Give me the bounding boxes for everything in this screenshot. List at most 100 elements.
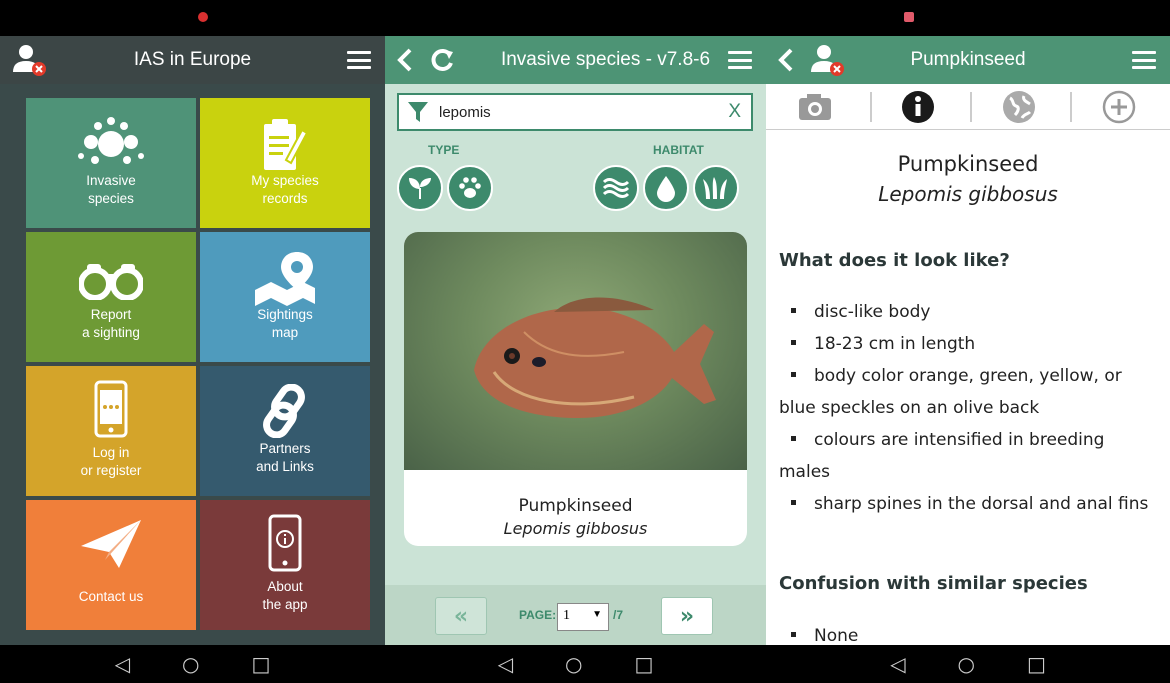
search-value: lepomis: [439, 103, 491, 121]
filter-funnel-icon: [408, 102, 428, 122]
camera-icon[interactable]: [798, 90, 832, 124]
tile-label: Sightings: [257, 307, 313, 322]
tile-label: species: [88, 191, 134, 206]
page-title: Pumpkinseed: [910, 49, 1026, 70]
chevron-down-icon: ▼: [592, 609, 602, 620]
system-nav-bar: ◁ ○ □: [385, 645, 766, 683]
status-bar: [766, 0, 1170, 36]
phone-info-icon: [268, 514, 302, 572]
menu-icon[interactable]: [728, 51, 752, 69]
tile-log-in[interactable]: Log in or register: [26, 366, 196, 496]
tile-partners-links[interactable]: Partners and Links: [200, 366, 370, 496]
tab-divider: [1070, 92, 1072, 122]
tile-report-sighting[interactable]: Report a sighting: [26, 232, 196, 362]
tile-label: or register: [80, 463, 142, 478]
globe-icon[interactable]: [1002, 90, 1036, 124]
list-item: body color orange, green, yellow, or blu…: [779, 366, 1122, 418]
phone-icon: [94, 380, 128, 438]
grass-icon: [703, 177, 727, 199]
species-common-name: Pumpkinseed: [897, 152, 1039, 176]
menu-icon[interactable]: [1132, 51, 1156, 69]
home-screen: IAS in Europe Invasive species My species…: [0, 0, 385, 683]
species-card[interactable]: Pumpkinseed Lepomis gibbosus: [404, 232, 747, 546]
species-common-name: Pumpkinseed: [518, 496, 633, 516]
tile-sightings-map[interactable]: Sightings map: [200, 232, 370, 362]
species-scientific-name: Lepomis gibbosus: [878, 182, 1058, 206]
tile-label: Contact us: [78, 589, 144, 604]
clear-search-button[interactable]: X: [728, 101, 741, 123]
habitat-filter-label: HABITAT: [653, 143, 704, 157]
pagination-bar: « PAGE: 1 ▼ /7 »: [385, 585, 766, 645]
search-input[interactable]: lepomis X: [397, 93, 753, 131]
page-title: IAS in Europe: [133, 49, 252, 70]
recents-square-icon[interactable]: □: [634, 654, 653, 674]
species-list-screen: Invasive species - v7.8-6 lepomis X TYPE…: [385, 0, 766, 683]
tile-label: About: [267, 579, 303, 594]
notification-dot-icon: [198, 12, 208, 22]
list-item: 18-23 cm in length: [779, 328, 1152, 360]
list-item: disc-like body: [779, 296, 1152, 328]
plus-circle-icon[interactable]: [1102, 90, 1136, 124]
back-triangle-icon[interactable]: ◁: [115, 654, 130, 674]
system-nav-bar: ◁ ○ □: [0, 645, 385, 683]
map-pin-icon: [255, 252, 315, 306]
binoculars-icon: [79, 264, 143, 300]
home-circle-icon[interactable]: ○: [565, 654, 582, 674]
tile-label: My species: [251, 173, 319, 188]
tile-label: map: [271, 325, 299, 340]
type-filter-label: TYPE: [428, 143, 460, 157]
home-circle-icon[interactable]: ○: [182, 654, 199, 674]
paper-plane-icon: [81, 520, 141, 568]
menu-icon[interactable]: [347, 51, 371, 69]
home-circle-icon[interactable]: ○: [958, 654, 975, 674]
filter-animal-button[interactable]: [447, 165, 493, 211]
back-triangle-icon[interactable]: ◁: [890, 654, 905, 674]
tile-label: Partners: [259, 441, 311, 456]
tile-invasive-species[interactable]: Invasive species: [26, 98, 196, 228]
tile-label: the app: [262, 597, 308, 612]
tile-contact-us[interactable]: Contact us: [26, 500, 196, 630]
appearance-list: disc-like body 18-23 cm in length body c…: [779, 296, 1152, 520]
filter-terrestrial-button[interactable]: [693, 165, 739, 211]
prev-page-button[interactable]: «: [435, 597, 487, 635]
notification-icon: [904, 12, 914, 22]
back-triangle-icon[interactable]: ◁: [498, 654, 513, 674]
status-bar: [385, 0, 766, 36]
species-scientific-name: Lepomis gibbosus: [503, 519, 648, 538]
tab-divider: [870, 92, 872, 122]
species-photo: [404, 232, 747, 470]
list-item: colours are intensified in breeding male…: [779, 430, 1105, 482]
filter-freshwater-button[interactable]: [643, 165, 689, 211]
page-title: Invasive species - v7.8-6: [500, 49, 711, 70]
section-heading-appearance: What does it look like?: [779, 250, 1010, 271]
tile-label: Invasive: [86, 173, 136, 188]
page-select[interactable]: 1 ▼: [557, 603, 609, 631]
tile-about-app[interactable]: About the app: [200, 500, 370, 630]
detail-tabs: [766, 84, 1170, 130]
recents-square-icon[interactable]: □: [251, 654, 270, 674]
tile-label: and Links: [256, 459, 314, 474]
status-bar: [0, 0, 385, 36]
app-bar: Pumpkinseed: [766, 36, 1170, 84]
page-label: PAGE:: [519, 608, 557, 622]
back-chevron-icon[interactable]: [395, 47, 415, 73]
dots-cluster-icon: [78, 117, 144, 164]
system-nav-bar: ◁ ○ □: [766, 645, 1170, 683]
tile-label: Report: [90, 307, 132, 322]
list-item: sharp spines in the dorsal and anal fins: [779, 488, 1152, 520]
species-detail-screen: Pumpkinseed Pumpkinseed Lepomis gibbosus…: [766, 0, 1170, 683]
app-bar: IAS in Europe: [0, 36, 385, 84]
fish-photo-image: [474, 297, 716, 418]
page-total: /7: [613, 608, 624, 622]
info-icon[interactable]: [901, 90, 935, 124]
section-heading-confusion: Confusion with similar species: [779, 573, 1088, 594]
link-icon: [263, 384, 305, 438]
paw-icon: [459, 177, 481, 198]
page-select-value: 1: [563, 608, 570, 623]
next-page-button[interactable]: »: [661, 597, 713, 635]
filter-plant-button[interactable]: [397, 165, 443, 211]
recents-square-icon[interactable]: □: [1027, 654, 1046, 674]
tile-label: records: [262, 191, 308, 206]
tile-my-species-records[interactable]: My species records: [200, 98, 370, 228]
filter-marine-button[interactable]: [593, 165, 639, 211]
